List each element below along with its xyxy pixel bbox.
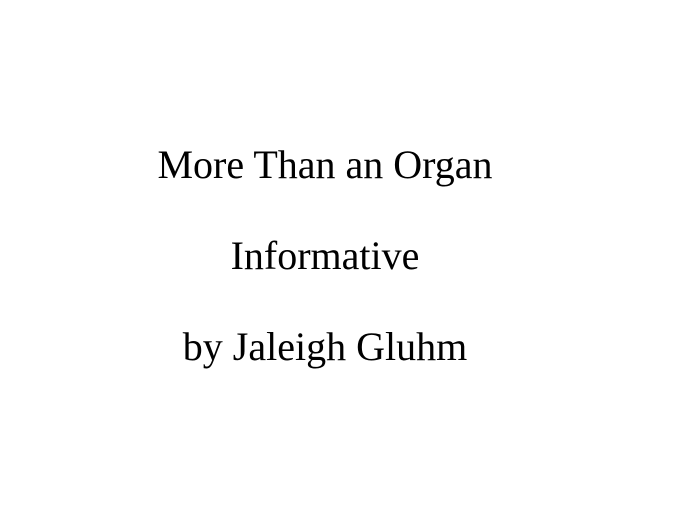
- document-subtitle: Informative: [230, 233, 420, 278]
- document-title: More Than an Organ: [157, 142, 493, 187]
- title-page: More Than an Organ Informative by Jaleig…: [0, 0, 674, 532]
- author-byline: by Jaleigh Gluhm: [182, 324, 468, 369]
